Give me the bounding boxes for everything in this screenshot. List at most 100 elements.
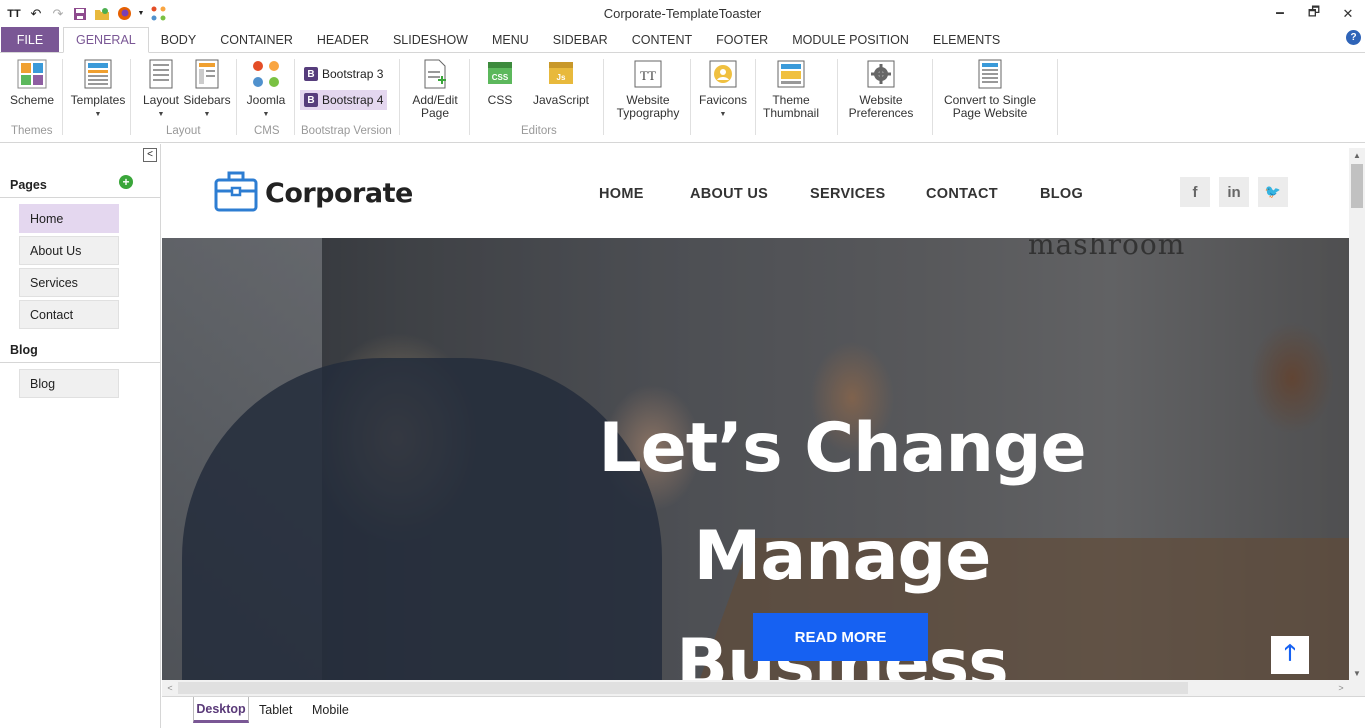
quick-access-toolbar: TT ↶ ↷ ▼ [0, 6, 166, 22]
bootstrap-icon: B [304, 67, 318, 81]
ribbon-separator [837, 59, 838, 135]
preferences-label-1: Website [859, 93, 903, 107]
tab-slideshow[interactable]: SLIDESHOW [381, 28, 480, 52]
horizontal-scrollbar[interactable]: < > [162, 680, 1365, 696]
minimize-button[interactable]: 🗕 [1263, 0, 1297, 27]
undo-icon[interactable]: ↶ [28, 6, 44, 22]
ribbon-separator [294, 59, 295, 135]
ribbon-separator [755, 59, 756, 135]
scrollbar-thumb[interactable] [178, 682, 1188, 694]
divider [0, 362, 160, 363]
scroll-right-icon[interactable]: > [1333, 680, 1349, 696]
single-page-icon [975, 59, 1005, 89]
scroll-to-top-icon[interactable]: 🡑 [1271, 636, 1309, 674]
tab-footer[interactable]: FOOTER [704, 28, 780, 52]
css-button[interactable]: CSS CSS [480, 53, 520, 107]
redo-icon[interactable]: ↷ [50, 6, 66, 22]
group-cms-label: CMS [254, 125, 280, 137]
layout-button[interactable]: Layout ▼ [141, 53, 181, 121]
chevron-down-icon: ▼ [94, 111, 102, 118]
scroll-down-icon[interactable]: ▼ [1349, 666, 1365, 680]
scheme-label: Scheme [9, 93, 55, 107]
close-button[interactable]: ✕ [1331, 0, 1365, 27]
tab-header[interactable]: HEADER [305, 28, 381, 52]
layout-label: Layout [142, 93, 180, 107]
sidebars-button[interactable]: Sidebars ▼ [182, 53, 232, 121]
nav-blog[interactable]: BLOG [1040, 186, 1083, 202]
restore-button[interactable]: 🗗 [1297, 0, 1331, 27]
nav-services[interactable]: SERVICES [810, 186, 885, 202]
scroll-up-icon[interactable]: ▲ [1349, 148, 1365, 162]
scroll-left-icon[interactable]: < [162, 680, 178, 696]
collapse-panel-button[interactable]: < [143, 148, 157, 162]
vertical-scrollbar[interactable]: ▲ ▼ [1349, 148, 1365, 680]
favicon-icon [708, 59, 738, 89]
favicons-button[interactable]: Favicons ▼ [696, 53, 750, 121]
chevron-down-icon: ▼ [262, 111, 270, 118]
add-edit-page-button[interactable]: Add/Edit Page [406, 53, 464, 120]
tab-file[interactable]: FILE [1, 27, 59, 52]
tab-mobile[interactable]: Mobile [306, 697, 355, 723]
convert-single-page-button[interactable]: Convert to Single Page Website [940, 53, 1040, 120]
facebook-icon[interactable]: f [1180, 177, 1210, 207]
save-icon[interactable] [72, 6, 88, 22]
scheme-button[interactable]: Scheme [8, 53, 56, 107]
help-icon[interactable]: ? [1346, 30, 1361, 45]
joomla-button[interactable]: Joomla ▼ [244, 53, 288, 121]
page-item-about-us[interactable]: About Us [19, 236, 119, 265]
tab-desktop[interactable]: Desktop [193, 697, 249, 723]
preferences-label-2: Preferences [848, 106, 914, 120]
css-label: CSS [487, 93, 513, 107]
tab-container[interactable]: CONTAINER [208, 28, 305, 52]
read-more-button[interactable]: READ MORE [753, 613, 928, 661]
tab-sidebar[interactable]: SIDEBAR [541, 28, 620, 52]
bootstrap3-option[interactable]: B Bootstrap 3 [300, 64, 387, 84]
twitter-icon[interactable]: 🐦 [1258, 177, 1288, 207]
page-item-blog[interactable]: Blog [19, 369, 119, 398]
tab-general[interactable]: GENERAL [63, 27, 149, 53]
page-item-home[interactable]: Home [19, 204, 119, 233]
add-edit-label-2: Page [420, 106, 450, 120]
svg-text:TT: TT [640, 68, 656, 83]
ribbon-tabs: FILE GENERAL BODY CONTAINER HEADER SLIDE… [0, 27, 1365, 53]
ribbon-separator [603, 59, 604, 135]
nav-about-us[interactable]: ABOUT US [690, 186, 768, 202]
tab-content[interactable]: CONTENT [620, 28, 704, 52]
page-item-contact[interactable]: Contact [19, 300, 119, 329]
tab-menu[interactable]: MENU [480, 28, 541, 52]
nav-home[interactable]: HOME [599, 186, 644, 202]
javascript-icon: Js [546, 59, 576, 89]
bootstrap4-option[interactable]: B Bootstrap 4 [300, 90, 388, 110]
open-folder-icon[interactable] [94, 6, 110, 22]
tt-logo-icon[interactable]: TT [6, 6, 22, 22]
add-page-button[interactable]: + [119, 175, 133, 189]
tab-tablet[interactable]: Tablet [253, 697, 298, 723]
firefox-icon[interactable] [116, 6, 132, 22]
thumbnail-icon [776, 59, 806, 89]
linkedin-icon[interactable]: in [1219, 177, 1249, 207]
nav-contact[interactable]: CONTACT [926, 186, 998, 202]
website-preview: Corporate HOME ABOUT US SERVICES CONTACT… [162, 144, 1365, 696]
scheme-icon [17, 59, 47, 89]
tab-elements[interactable]: ELEMENTS [921, 28, 1012, 52]
group-layout-label: Layout [166, 125, 201, 137]
divider [0, 197, 160, 198]
joomla-icon[interactable] [150, 6, 166, 22]
javascript-label: JavaScript [532, 93, 590, 107]
website-typography-button[interactable]: TT Website Typography [611, 53, 685, 120]
page-item-services[interactable]: Services [19, 268, 119, 297]
templates-button[interactable]: Templates ▼ [68, 53, 128, 121]
add-edit-label-1: Add/Edit [412, 93, 458, 107]
theme-thumbnail-button[interactable]: Theme Thumbnail [760, 53, 822, 120]
tab-module-position[interactable]: MODULE POSITION [780, 28, 921, 52]
ribbon-general: Scheme Themes Templates ▼ Layout ▼ Sideb… [0, 53, 1365, 143]
javascript-button[interactable]: Js JavaScript [530, 53, 592, 107]
device-tabs: Desktop Tablet Mobile [162, 696, 1365, 728]
ribbon-separator [1057, 59, 1058, 135]
favicons-label: Favicons [698, 93, 748, 107]
tab-body[interactable]: BODY [149, 28, 208, 52]
site-logo[interactable]: Corporate [265, 178, 413, 209]
website-preferences-button[interactable]: Website Preferences [845, 53, 917, 120]
scrollbar-thumb[interactable] [1351, 164, 1363, 208]
dropdown-icon[interactable]: ▼ [138, 6, 145, 22]
